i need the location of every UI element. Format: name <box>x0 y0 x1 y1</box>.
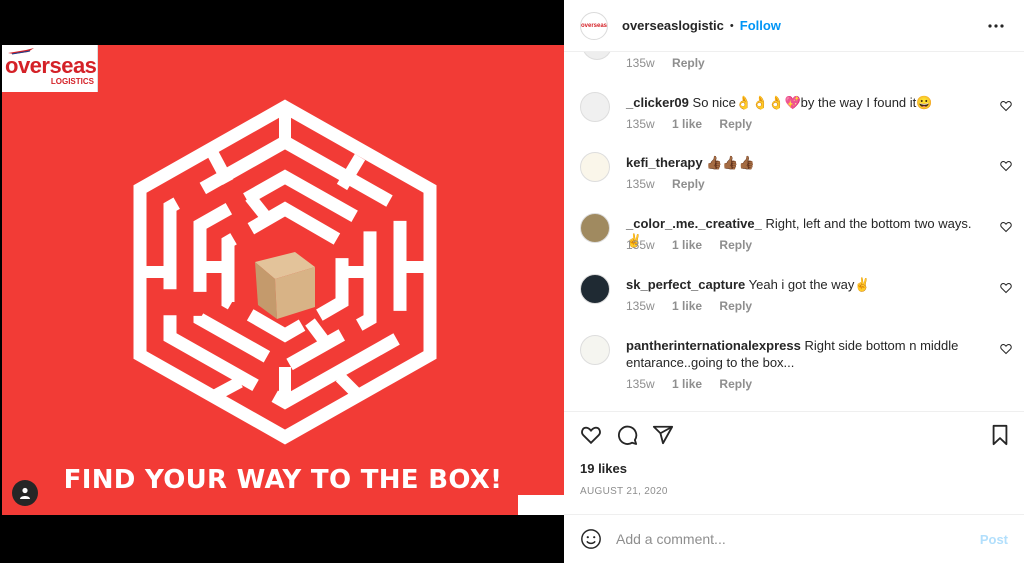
avatar[interactable] <box>580 213 610 243</box>
separator-dot: • <box>729 19 734 32</box>
post-side-panel: overseas overseaslogistic • Follow 135w … <box>564 0 1024 563</box>
reply-button[interactable]: Reply <box>719 299 752 313</box>
overseas-logo: overseas LOGISTICS <box>2 45 98 92</box>
instagram-post-view: overseas LOGISTICS FIND YOUR WAY TO THE … <box>0 0 1024 563</box>
like-comment-icon[interactable] <box>1000 160 1012 172</box>
reply-button[interactable]: Reply <box>719 117 752 131</box>
comment-likes[interactable]: 1 like <box>672 238 702 252</box>
add-comment-bar: Add a comment... Post <box>564 514 1024 563</box>
avatar[interactable] <box>580 274 610 304</box>
first-comment-meta: 135w Reply <box>626 56 705 70</box>
comment-text: _clicker09 So nice👌👌👌💖by the way I found… <box>626 94 986 111</box>
comment-likes[interactable]: 1 like <box>672 117 702 131</box>
logo-subtext: LOGISTICS <box>50 77 94 86</box>
comment-body: Yeah i got the way✌ <box>748 277 871 292</box>
comment-text: sk_perfect_capture Yeah i got the way✌ <box>626 276 986 293</box>
bookmark-icon[interactable] <box>990 424 1010 446</box>
comment-body: So nice👌👌👌💖by the way I found it😀 <box>692 95 933 110</box>
comment-likes[interactable]: 1 like <box>672 377 702 391</box>
comment-input[interactable]: Add a comment... <box>616 531 980 547</box>
comment-text: kefi_therapy 👍🏾👍🏾👍🏾 <box>626 154 986 171</box>
comment-time: 135w <box>626 299 655 313</box>
avatar[interactable] <box>580 92 610 122</box>
post-header: overseas overseaslogistic • Follow <box>564 0 1024 52</box>
post-comment-button[interactable]: Post <box>980 532 1008 547</box>
like-comment-icon[interactable] <box>1000 343 1012 355</box>
comment-text: pantherinternationalexpress Right side b… <box>626 337 986 371</box>
likes-count[interactable]: 19 likes <box>580 461 627 476</box>
comment-meta: 135w Reply <box>626 177 719 191</box>
profile-avatar[interactable]: overseas <box>580 11 608 40</box>
like-comment-icon[interactable] <box>1000 282 1012 294</box>
like-comment-icon[interactable] <box>1000 100 1012 112</box>
comment-meta: 135w 1 like Reply <box>626 117 766 131</box>
box-icon <box>255 252 315 319</box>
comment-body: 👍🏾👍🏾👍🏾 <box>706 155 755 170</box>
post-actions <box>564 420 1024 452</box>
logo-text: overseas <box>5 53 97 78</box>
avatar[interactable] <box>580 152 610 182</box>
post-date: AUGUST 21, 2020 <box>580 486 668 497</box>
comment-time: 135w <box>626 177 655 191</box>
comment-meta: 135w 1 like Reply <box>626 299 766 313</box>
reply-button[interactable]: Reply <box>719 377 752 391</box>
follow-button[interactable]: Follow <box>740 18 781 33</box>
partial-comment-avatar <box>582 52 612 60</box>
comment-time: 135w <box>626 117 655 131</box>
post-media[interactable]: overseas LOGISTICS FIND YOUR WAY TO THE … <box>0 0 564 563</box>
image-corner <box>518 495 564 515</box>
comment-meta: 135w 1 like Reply <box>626 238 766 252</box>
heart-icon[interactable] <box>580 424 602 446</box>
maze-graphic <box>133 99 437 445</box>
comment-username[interactable]: _color_.me._creative_ <box>626 216 762 231</box>
avatar[interactable] <box>580 335 610 365</box>
tagged-user-button[interactable] <box>12 480 38 506</box>
comment-time: 135w <box>626 56 655 70</box>
reply-button[interactable]: Reply <box>672 56 705 70</box>
reply-button[interactable]: Reply <box>672 177 705 191</box>
comment-icon[interactable] <box>616 424 638 446</box>
comment-meta: 135w 1 like Reply <box>626 377 766 391</box>
comment-time: 135w <box>626 377 655 391</box>
comment-username[interactable]: pantherinternationalexpress <box>626 338 801 353</box>
emoji-icon[interactable] <box>580 528 602 550</box>
comment-time: 135w <box>626 238 655 252</box>
more-options-icon[interactable] <box>986 16 1006 36</box>
reply-button[interactable]: Reply <box>719 238 752 252</box>
like-comment-icon[interactable] <box>1000 221 1012 233</box>
comment-username[interactable]: sk_perfect_capture <box>626 277 745 292</box>
avatar-logo-text: overseas <box>580 22 608 29</box>
post-caption: FIND YOUR WAY TO THE BOX! <box>63 465 503 495</box>
comment-username[interactable]: kefi_therapy <box>626 155 703 170</box>
comment-username[interactable]: _clicker09 <box>626 95 689 110</box>
profile-username[interactable]: overseaslogistic <box>622 18 724 33</box>
comment-likes[interactable]: 1 like <box>672 299 702 313</box>
post-image: overseas LOGISTICS FIND YOUR WAY TO THE … <box>2 45 564 515</box>
user-icon <box>20 487 30 499</box>
comments-list[interactable]: 135w Reply _clicker09 So nice👌👌👌💖by the … <box>564 52 1024 412</box>
share-icon[interactable] <box>652 424 674 446</box>
